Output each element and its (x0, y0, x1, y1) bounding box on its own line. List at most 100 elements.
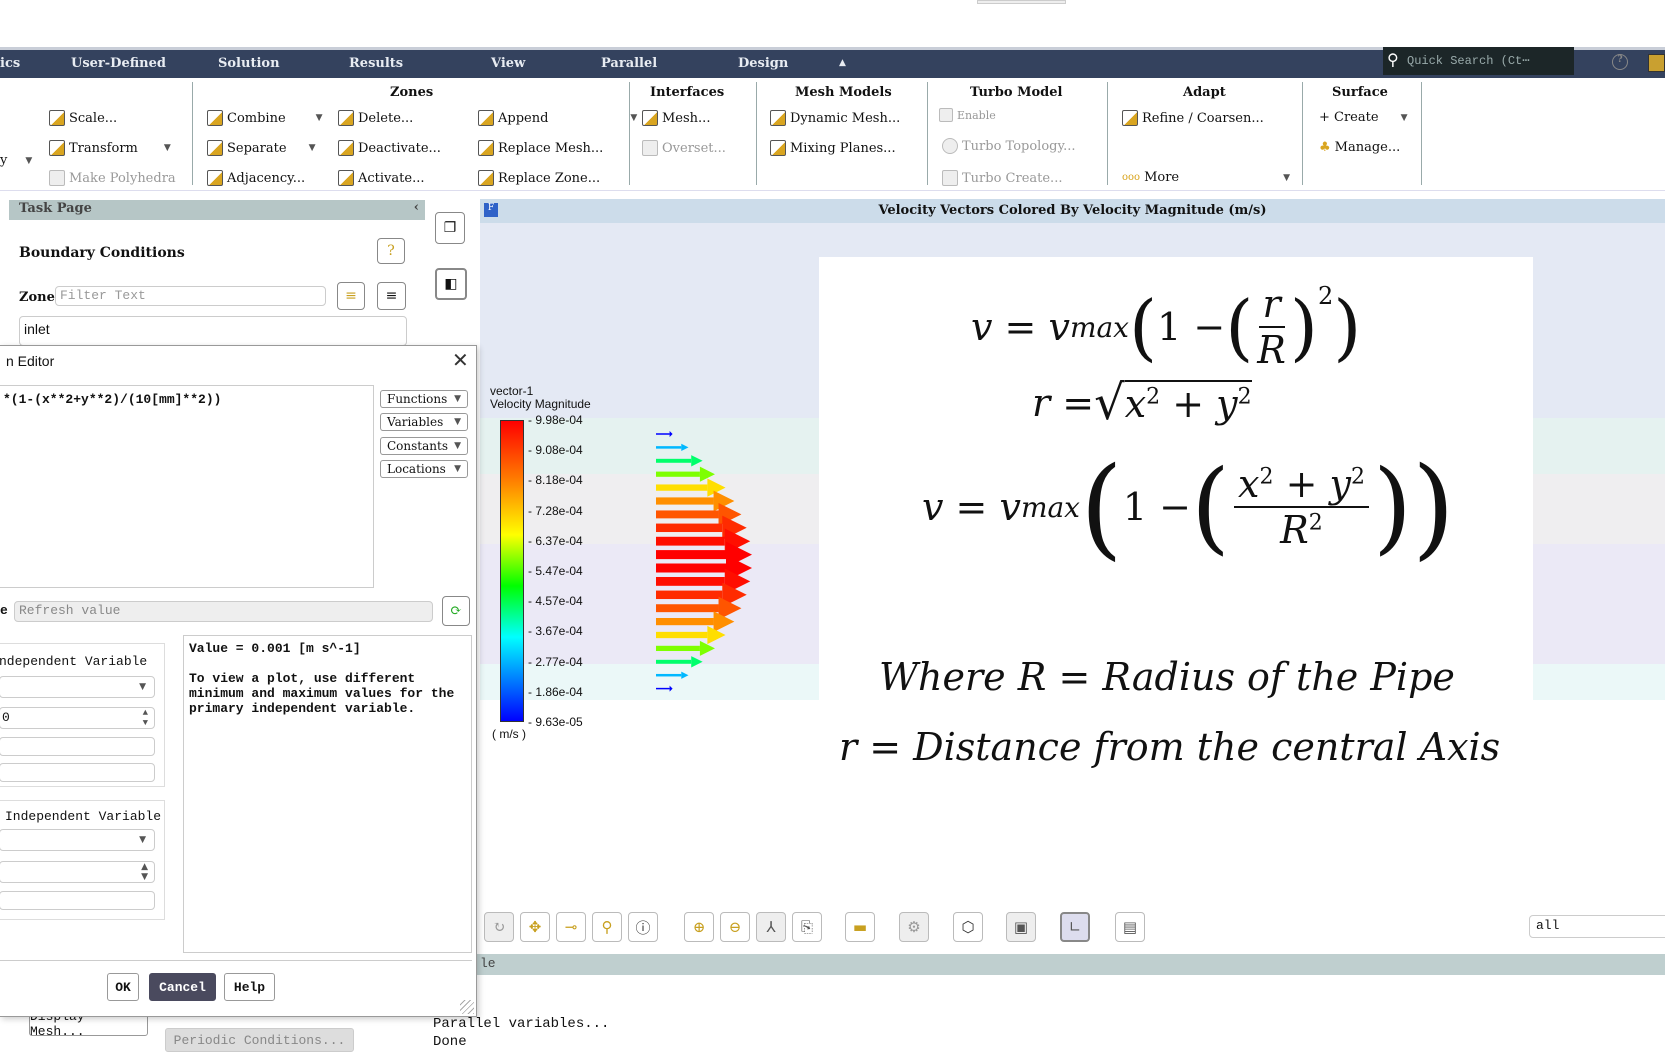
refine-coarsen-button[interactable]: Refine / Coarsen... (1122, 110, 1264, 126)
axes-icon[interactable]: ⅄ (756, 912, 786, 942)
where-distance-text: r = Distance from the central Axis (839, 725, 1501, 769)
transform-button[interactable]: Transform ▼ (49, 140, 171, 156)
mixing-planes-button[interactable]: Mixing Planes... (770, 140, 896, 156)
value-field-2[interactable] (0, 891, 155, 910)
turbo-create-button[interactable]: Turbo Create... (942, 170, 1062, 186)
expression-textarea[interactable]: *(1-(x**2+y**2)/(10[mm]**2)) (0, 385, 374, 588)
zoom-in-out-icon[interactable]: ⊸ (556, 912, 586, 942)
layout-icon[interactable] (1648, 54, 1665, 72)
constants-dropdown[interactable]: Constants ▼ (380, 437, 468, 455)
zoom-out-icon[interactable]: ⊖ (720, 912, 750, 942)
adjacency-icon (207, 170, 223, 186)
surface-title: Surface (1332, 85, 1388, 100)
delete-zone-button[interactable]: Delete... (338, 110, 413, 126)
quick-search-input[interactable]: ⚲ Quick Search (Ct⋯ (1383, 47, 1574, 75)
menu-physics[interactable]: ics (0, 56, 20, 71)
surface-manage-button[interactable]: ♣ Manage... (1319, 140, 1400, 155)
equation-image: v = v max(1 −(r R) 2) r = √ x2 + y2 v = v max… (819, 257, 1533, 826)
info-icon[interactable]: ⓘ (628, 912, 658, 942)
help-dialog-button[interactable]: Help (224, 973, 275, 1001)
interfaces-title: Interfaces (650, 85, 725, 100)
notes-icon[interactable]: ▤ (1115, 912, 1145, 942)
append-button[interactable]: Append ▼ (478, 110, 637, 126)
value-label: e (0, 603, 8, 618)
dynamic-mesh-button[interactable]: Dynamic Mesh... (770, 110, 900, 126)
view-select[interactable]: all (1529, 915, 1665, 938)
combine-button[interactable]: Combine ▼ (207, 110, 323, 126)
velocity-vector (656, 656, 703, 668)
ribbon-partial-item[interactable]: y ▼ (0, 153, 32, 168)
close-icon[interactable]: ✕ (452, 348, 469, 373)
periodic-conditions-button[interactable]: Periodic Conditions... (165, 1028, 354, 1052)
turbo-topology-button[interactable]: Turbo Topology... (942, 138, 1076, 154)
export-icon[interactable]: ⎘ (792, 912, 822, 942)
collapse-ribbon-icon[interactable]: ▲ (839, 58, 846, 68)
colorbar-legend-title: vector-1 Velocity Magnitude (490, 384, 591, 411)
task-page: Task Page ‹ Boundary Conditions ? Zone Fi… (9, 200, 425, 350)
menu-design[interactable]: Design (738, 56, 788, 71)
colorbar-tick: - 9.63e-05 (528, 715, 583, 729)
menu-view[interactable]: View (491, 56, 525, 71)
graphics-window[interactable]: Velocity Vectors Colored By Velocity Mag… (480, 199, 1665, 929)
scale-button[interactable]: Scale... (49, 110, 117, 126)
min-field[interactable] (0, 737, 155, 756)
deactivate-button[interactable]: Deactivate... (338, 140, 441, 156)
variables-dropdown[interactable]: Variables ▼ (380, 413, 468, 431)
menu-user-defined[interactable]: User-Defined (71, 56, 166, 71)
mesh-models-title: Mesh Models (795, 85, 892, 100)
menu-parallel[interactable]: Parallel (601, 56, 657, 71)
replace-mesh-icon (478, 140, 494, 156)
overset-button[interactable]: Overset... (642, 140, 726, 156)
menu-results[interactable]: Results (349, 56, 403, 71)
zoom-icon[interactable]: ⚲ (592, 912, 622, 942)
cancel-button[interactable]: Cancel (149, 973, 216, 1001)
view-options-icon[interactable]: ⚙ (899, 912, 929, 942)
variable-spinner[interactable]: 0 ▲ ▼ (0, 707, 155, 729)
ok-button[interactable]: OK (107, 973, 139, 1001)
resize-grip[interactable] (460, 1000, 474, 1014)
filter-options-icon[interactable]: ≡ (337, 282, 365, 310)
adapt-more-button[interactable]: ooo More ▼ (1122, 170, 1290, 185)
adjacency-button[interactable]: Adjacency... (207, 170, 305, 186)
axis-view-icon[interactable]: ∟ (1060, 912, 1090, 942)
make-polyhedra-button[interactable]: Make Polyhedra (49, 170, 176, 186)
rotate-icon[interactable]: ↻ (484, 912, 514, 942)
more-icon: ooo (1122, 172, 1141, 183)
max-field[interactable] (0, 763, 155, 782)
pan-icon[interactable]: ✥ (520, 912, 550, 942)
replace-zone-button[interactable]: Replace Zone... (478, 170, 600, 186)
activate-button[interactable]: Activate... (338, 170, 424, 186)
turbo-enable-checkbox[interactable]: Enable (939, 108, 996, 122)
panel-copy-icon[interactable]: ❐ (435, 212, 465, 244)
refresh-icon[interactable]: ⟳ (442, 596, 470, 626)
locations-dropdown[interactable]: Locations ▼ (380, 460, 468, 478)
cube-view-icon[interactable]: ▣ (1006, 912, 1036, 942)
surface-create-button[interactable]: + Create ▼ (1319, 110, 1407, 125)
zone-filter-input[interactable]: Filter Text (55, 286, 326, 306)
help-icon[interactable]: ? (1612, 54, 1628, 70)
collapse-icon[interactable]: ‹ (414, 200, 419, 215)
variable-spinner-2[interactable]: ▲ ▼ (0, 861, 155, 883)
colormap-icon[interactable]: ▬ (845, 912, 875, 942)
turbo-create-icon (942, 170, 958, 186)
variable-combo[interactable]: ▼ (0, 676, 155, 698)
zone-list-item[interactable]: inlet (19, 316, 407, 346)
primary-variable-group: ndependent Variable ▼ 0 ▲ ▼ (0, 643, 165, 787)
separate-icon (207, 140, 223, 156)
zoom-box-icon[interactable]: ⊕ (684, 912, 714, 942)
colorbar-tick: - 5.47e-04 (528, 564, 583, 578)
mesh-interface-icon (642, 110, 658, 126)
velocity-vector (656, 443, 689, 452)
replace-mesh-button[interactable]: Replace Mesh... (478, 140, 603, 156)
sort-icon[interactable]: ≡ (377, 282, 406, 310)
separate-button[interactable]: Separate ▼ (207, 140, 315, 156)
help-button[interactable]: ? (377, 238, 405, 264)
interfaces-mesh-button[interactable]: Mesh... (642, 110, 710, 126)
turbo-icon (942, 138, 958, 154)
iso-view-icon[interactable]: ⬡ (953, 912, 983, 942)
console-line-2: Done (433, 1034, 467, 1050)
variable-combo-2[interactable]: ▼ (0, 829, 155, 851)
functions-dropdown[interactable]: Functions ▼ (380, 390, 468, 408)
panel-layout-icon[interactable]: ◧ (435, 268, 467, 300)
menu-solution[interactable]: Solution (218, 56, 280, 71)
